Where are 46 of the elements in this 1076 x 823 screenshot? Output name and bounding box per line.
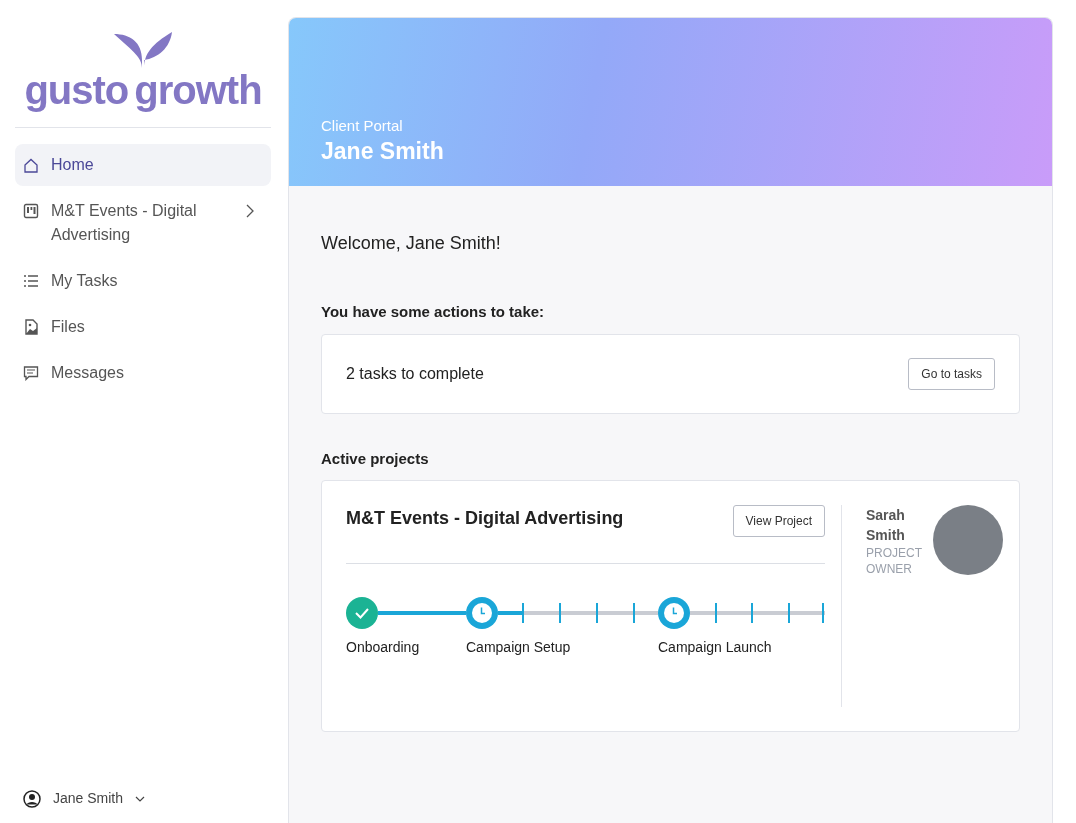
- stage-label: Onboarding: [346, 638, 420, 657]
- sidebar-item[interactable]: Messages: [15, 352, 271, 394]
- owner-role: PROJECT OWNER: [866, 545, 923, 577]
- progress-tick: [596, 603, 598, 623]
- progress-tick: [822, 603, 824, 623]
- logo-text: gusto: [24, 70, 129, 110]
- sidebar-item[interactable]: Files: [15, 306, 271, 348]
- sidebar-item[interactable]: M&T Events - Digital Advertising: [15, 190, 271, 256]
- progress-track-segment: [524, 611, 559, 615]
- section-heading: You have some actions to take:: [321, 302, 546, 322]
- view-project-button[interactable]: View Project: [732, 505, 825, 537]
- banner-subtitle: Client Portal: [321, 116, 404, 136]
- user-icon: [23, 789, 41, 808]
- progress-track-segment: [717, 611, 751, 615]
- user-menu[interactable]: Jane Smith: [15, 772, 223, 823]
- progress-tick: [788, 603, 790, 623]
- tasks-count-text: 2 tasks to complete: [346, 363, 484, 384]
- progress-tick: [751, 603, 753, 623]
- sidebar-item[interactable]: My Tasks: [15, 260, 271, 302]
- progress-track-segment: [498, 611, 522, 615]
- stage-label: Campaign Launch: [658, 638, 772, 657]
- image-file-icon: [23, 319, 39, 335]
- stage-label: Campaign Setup: [466, 638, 571, 657]
- project-title: M&T Events - Digital Advertising: [346, 507, 624, 530]
- sidebar-item[interactable]: Home: [15, 144, 271, 186]
- progress-tick: [633, 603, 635, 623]
- board-icon: [23, 203, 39, 219]
- list-icon: [23, 273, 39, 289]
- progress-tick: [559, 603, 561, 623]
- go-to-tasks-button[interactable]: Go to tasks: [908, 357, 995, 390]
- progress-track-segment: [635, 611, 658, 615]
- progress-track-segment: [690, 611, 715, 615]
- progress-track-segment: [790, 611, 822, 615]
- progress-tick: [715, 603, 717, 623]
- progress-track-segment: [598, 611, 633, 615]
- section-heading: Active projects: [321, 448, 430, 469]
- banner-title: Jane Smith: [321, 137, 445, 166]
- progress-track-segment: [753, 611, 788, 615]
- logo-text: growth: [134, 70, 262, 110]
- home-icon: [23, 157, 39, 173]
- caret-down-icon: [135, 795, 146, 802]
- progress-tick: [522, 603, 524, 623]
- owner-name: Sarah Smith: [866, 506, 906, 545]
- message-icon: [23, 365, 39, 381]
- progress-track-segment: [561, 611, 596, 615]
- welcome-text: Welcome, Jane Smith!: [321, 232, 502, 255]
